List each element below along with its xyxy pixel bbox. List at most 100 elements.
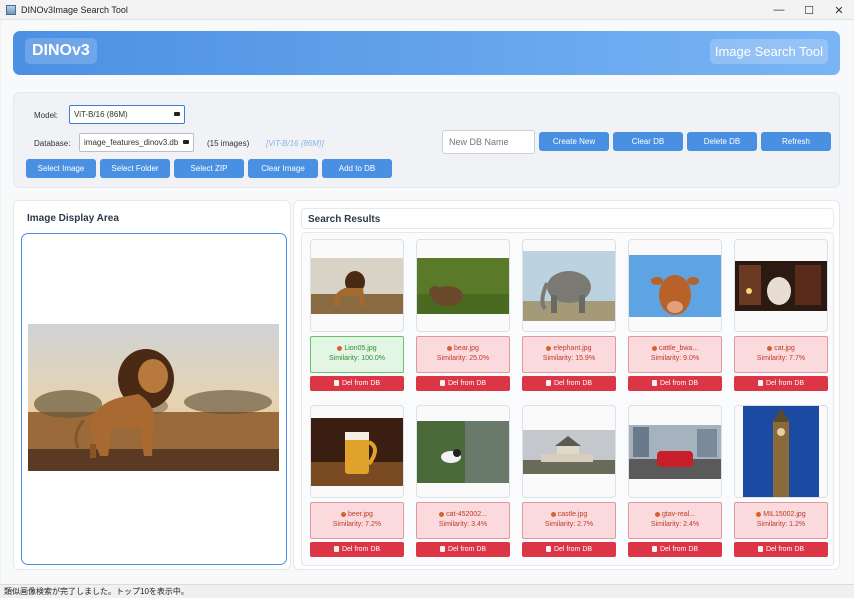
delete-from-db-button[interactable]: Del from DB [734, 376, 828, 391]
delete-from-db-button[interactable]: Del from DB [310, 542, 404, 557]
result-info: beer.jpg Similarity: 7.2% [310, 502, 404, 539]
result-thumbnail[interactable] [628, 405, 722, 498]
result-filename: cat-452002... [417, 511, 509, 518]
select-image-button[interactable]: Select Image [26, 159, 96, 178]
result-thumbnail[interactable] [310, 239, 404, 332]
result-image-bird [417, 420, 509, 483]
delete-from-db-label: Del from DB [765, 546, 805, 553]
delete-from-db-button[interactable]: Del from DB [416, 542, 510, 557]
image-icon [337, 345, 343, 351]
select-folder-button[interactable]: Select Folder [100, 159, 170, 178]
app-icon [6, 4, 16, 15]
delete-from-db-label: Del from DB [341, 546, 381, 553]
trash-icon [439, 546, 445, 552]
image-icon [447, 345, 453, 351]
search-results-grid: Lion05.jpg Similarity: 100.0% Del from DB b… [301, 232, 834, 566]
result-similarity: Similarity: 3.4% [438, 521, 488, 528]
result-thumbnail[interactable] [522, 405, 616, 498]
delete-from-db-label: Del from DB [659, 380, 699, 387]
delete-from-db-button[interactable]: Del from DB [310, 376, 404, 391]
window-title: DINOv3Image Search Tool [21, 4, 128, 15]
result-thumbnail[interactable] [734, 239, 828, 332]
window-controls: — ☐ ✕ [764, 0, 854, 20]
maximize-button[interactable]: ☐ [794, 0, 824, 20]
chevron-down-icon [174, 112, 180, 116]
add-to-db-button[interactable]: Add to DB [322, 159, 392, 178]
delete-from-db-button[interactable]: Del from DB [734, 542, 828, 557]
query-image-lion [28, 324, 279, 471]
delete-from-db-button[interactable]: Del from DB [522, 376, 616, 391]
image-display-area[interactable] [21, 233, 287, 565]
trash-icon [651, 380, 657, 386]
result-similarity: Similarity: 100.0% [328, 355, 386, 362]
image-display-title: Image Display Area [27, 213, 119, 224]
result-thumbnail[interactable] [522, 239, 616, 332]
image-icon [756, 511, 762, 517]
result-filename-text: cat-452002... [446, 511, 487, 518]
result-filename: elephant.jpg [523, 345, 615, 352]
result-similarity: Similarity: 9.0% [650, 355, 700, 362]
trash-icon [545, 546, 551, 552]
result-thumbnail[interactable] [628, 239, 722, 332]
result-info: cat-452002... Similarity: 3.4% [416, 502, 510, 539]
image-icon [341, 511, 347, 517]
delete-from-db-button[interactable]: Del from DB [628, 542, 722, 557]
result-image-car [629, 424, 721, 479]
result-image-beer [311, 417, 403, 486]
create-new-button[interactable]: Create New [539, 132, 609, 151]
delete-from-db-button[interactable]: Del from DB [522, 542, 616, 557]
result-filename-text: MIL15002.jpg [763, 511, 806, 518]
clear-db-button[interactable]: Clear DB [613, 132, 683, 151]
result-filename-text: cat.jpg [774, 345, 795, 352]
result-image-lion [311, 257, 403, 314]
result-filename-text: beer.jpg [348, 511, 373, 518]
result-filename: beer.jpg [311, 511, 403, 518]
result-filename-text: gtav-real... [661, 511, 696, 518]
delete-from-db-button[interactable]: Del from DB [628, 376, 722, 391]
result-info: cattle_bwa... Similarity: 9.0% [628, 336, 722, 373]
result-similarity: Similarity: 7.7% [756, 355, 806, 362]
result-similarity: Similarity: 2.4% [650, 521, 700, 528]
image-display-panel: Image Display Area [13, 200, 291, 570]
delete-from-db-button[interactable]: Del from DB [416, 376, 510, 391]
result-thumbnail[interactable] [416, 405, 510, 498]
controls-panel: Model: ViT-B/16 (86M) Database: image_fe… [13, 92, 840, 188]
database-select[interactable]: image_features_dinov3.db [79, 133, 194, 152]
result-thumbnail[interactable] [310, 405, 404, 498]
result-image-cat [735, 260, 827, 311]
result-image-elephant [523, 250, 615, 321]
trash-icon [439, 380, 445, 386]
result-filename-text: elephant.jpg [553, 345, 592, 352]
clear-image-button[interactable]: Clear Image [248, 159, 318, 178]
delete-from-db-label: Del from DB [553, 380, 593, 387]
new-db-name-input[interactable] [442, 130, 535, 154]
database-select-value: image_features_dinov3.db [84, 138, 179, 147]
minimize-button[interactable]: — [764, 0, 794, 20]
delete-from-db-label: Del from DB [341, 380, 381, 387]
trash-icon [651, 546, 657, 552]
image-icon [654, 511, 660, 517]
result-similarity: Similarity: 25.0% [436, 355, 490, 362]
trash-icon [333, 546, 339, 552]
model-select[interactable]: ViT-B/16 (86M) [69, 105, 185, 124]
result-image-castle [523, 429, 615, 474]
result-thumbnail[interactable] [416, 239, 510, 332]
result-filename-text: castle.jpg [557, 511, 588, 518]
refresh-button[interactable]: Refresh [761, 132, 831, 151]
delete-db-button[interactable]: Delete DB [687, 132, 757, 151]
result-filename-text: bear.jpg [454, 345, 479, 352]
result-similarity: Similarity: 2.7% [544, 521, 594, 528]
close-button[interactable]: ✕ [824, 0, 854, 20]
result-filename-text: Lion05.jpg [344, 345, 377, 352]
database-label: Database: [34, 139, 71, 148]
trash-icon [545, 380, 551, 386]
trash-icon [757, 380, 763, 386]
app-content: DINOv3 Image Search Tool Model: ViT-B/16… [1, 20, 853, 584]
result-image-bear [417, 257, 509, 314]
result-image-tower [743, 406, 819, 497]
search-results-panel: Search Results Lion05.jpg Similarity: 100… [293, 200, 840, 570]
result-thumbnail[interactable] [734, 405, 828, 498]
result-info: gtav-real... Similarity: 2.4% [628, 502, 722, 539]
select-zip-button[interactable]: Select ZIP [174, 159, 244, 178]
result-info: elephant.jpg Similarity: 15.9% [522, 336, 616, 373]
